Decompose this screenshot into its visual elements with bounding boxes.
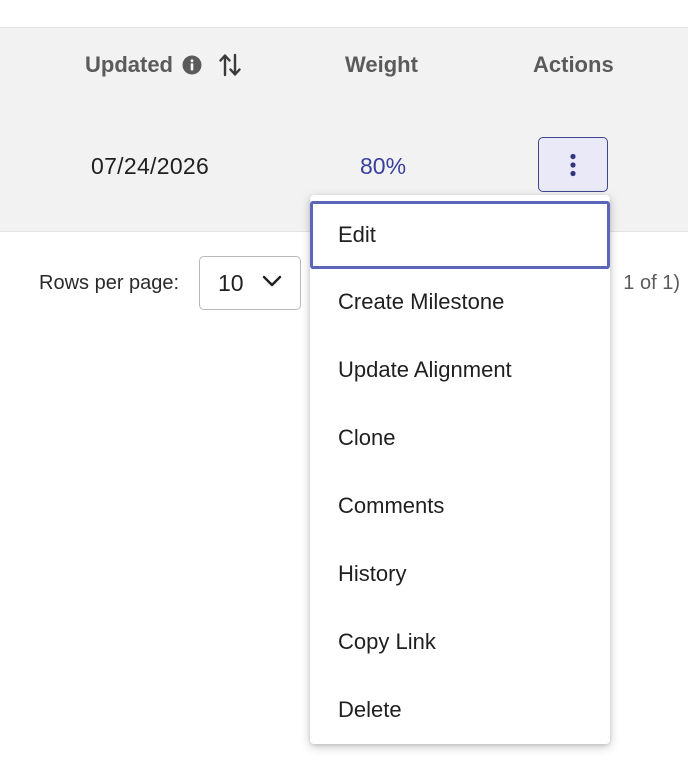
- table-header: Updated Weight Actions: [0, 27, 688, 102]
- chevron-down-icon: [262, 274, 282, 288]
- menu-item-clone[interactable]: Clone: [310, 404, 610, 472]
- rows-per-page-label: Rows per page:: [39, 271, 180, 294]
- rows-per-page-select[interactable]: 10: [199, 256, 301, 310]
- menu-item-update-alignment[interactable]: Update Alignment: [310, 336, 610, 404]
- column-header-weight-label: Weight: [345, 51, 418, 77]
- column-header-actions: Actions: [533, 28, 614, 101]
- menu-item-edit[interactable]: Edit: [310, 201, 610, 269]
- info-icon[interactable]: [182, 55, 202, 75]
- pagination: Rows per page: 10: [39, 256, 301, 310]
- menu-item-copy-link[interactable]: Copy Link: [310, 608, 610, 676]
- column-header-updated-label: Updated: [85, 51, 173, 77]
- more-vertical-icon: [569, 153, 577, 177]
- row-actions-menu: Edit Create Milestone Update Alignment C…: [310, 195, 610, 744]
- menu-item-create-milestone[interactable]: Create Milestone: [310, 268, 610, 336]
- updated-cell: 07/24/2026: [91, 152, 210, 179]
- column-header-updated[interactable]: Updated: [85, 28, 241, 101]
- row-actions-button[interactable]: [538, 137, 608, 192]
- menu-item-comments[interactable]: Comments: [310, 472, 610, 540]
- menu-item-history[interactable]: History: [310, 540, 610, 608]
- rows-per-page-value: 10: [218, 269, 244, 296]
- menu-item-delete[interactable]: Delete: [310, 676, 610, 744]
- column-header-weight: Weight: [345, 28, 418, 101]
- sort-icon[interactable]: [219, 52, 241, 78]
- column-header-actions-label: Actions: [533, 51, 614, 77]
